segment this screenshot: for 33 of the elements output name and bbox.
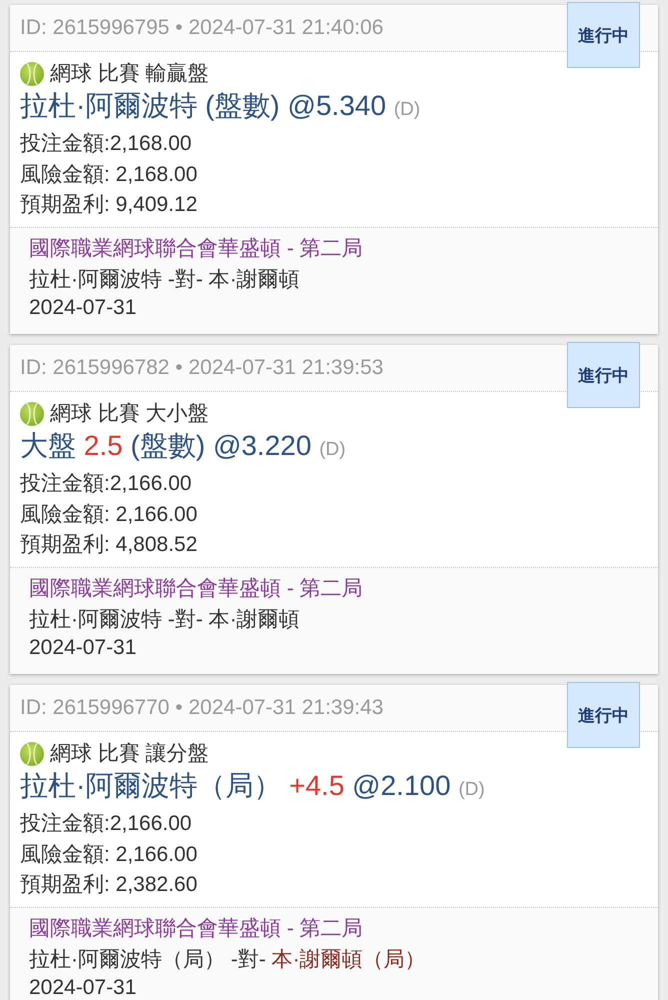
status-badge: 進行中 [567, 682, 640, 748]
match-date: 2024-07-31 [29, 976, 136, 1000]
amount-line: 投注金額:2,168.00 [20, 131, 192, 157]
sport-market-label: 網球 比賽 輸贏盤 [50, 61, 209, 87]
bet-selection: 拉杜·阿爾波特（局） +4.5 @2.100 (D) [20, 769, 485, 803]
amount-line: 投注金額:2,166.00 [20, 811, 192, 837]
league-name: 國際職業網球聯合會華盛頓 - 第二局 [29, 576, 363, 602]
amount-line: 風險金額: 2,168.00 [20, 162, 198, 188]
tennis-ball-icon [20, 742, 44, 766]
tennis-ball-icon [20, 62, 44, 86]
tennis-ball-icon [20, 402, 44, 426]
match-teams: 拉杜·阿爾波特（局） -對- 本·謝爾頓（局） [29, 947, 426, 973]
bet-selection: 拉杜·阿爾波特 (盤數) @5.340 (D) [20, 89, 420, 123]
amount-line: 風險金額: 2,166.00 [20, 842, 198, 868]
bet-id-timestamp: ID: 2615996770 • 2024-07-31 21:39:43 [20, 695, 384, 721]
status-badge: 進行中 [567, 342, 640, 408]
bet-selection: 大盤 2.5 (盤數) @3.220 (D) [20, 429, 346, 463]
match-date: 2024-07-31 [29, 636, 136, 660]
status-badge: 進行中 [567, 2, 640, 68]
sport-market-label: 網球 比賽 讓分盤 [50, 741, 209, 767]
amount-line: 預期盈利: 9,409.12 [20, 192, 198, 218]
match-date: 2024-07-31 [29, 296, 136, 320]
amount-line: 預期盈利: 2,382.60 [20, 872, 198, 898]
amount-line: 預期盈利: 4,808.52 [20, 532, 198, 558]
sport-market-label: 網球 比賽 大小盤 [50, 401, 209, 427]
match-teams: 拉杜·阿爾波特 -對- 本·謝爾頓 [29, 607, 300, 633]
league-name: 國際職業網球聯合會華盛頓 - 第二局 [29, 236, 363, 262]
match-teams: 拉杜·阿爾波特 -對- 本·謝爾頓 [29, 267, 300, 293]
amount-line: 風險金額: 2,166.00 [20, 502, 198, 528]
amount-line: 投注金額:2,166.00 [20, 471, 192, 497]
bet-id-timestamp: ID: 2615996795 • 2024-07-31 21:40:06 [20, 15, 384, 41]
league-name: 國際職業網球聯合會華盛頓 - 第二局 [29, 916, 363, 942]
bet-id-timestamp: ID: 2615996782 • 2024-07-31 21:39:53 [20, 355, 384, 381]
